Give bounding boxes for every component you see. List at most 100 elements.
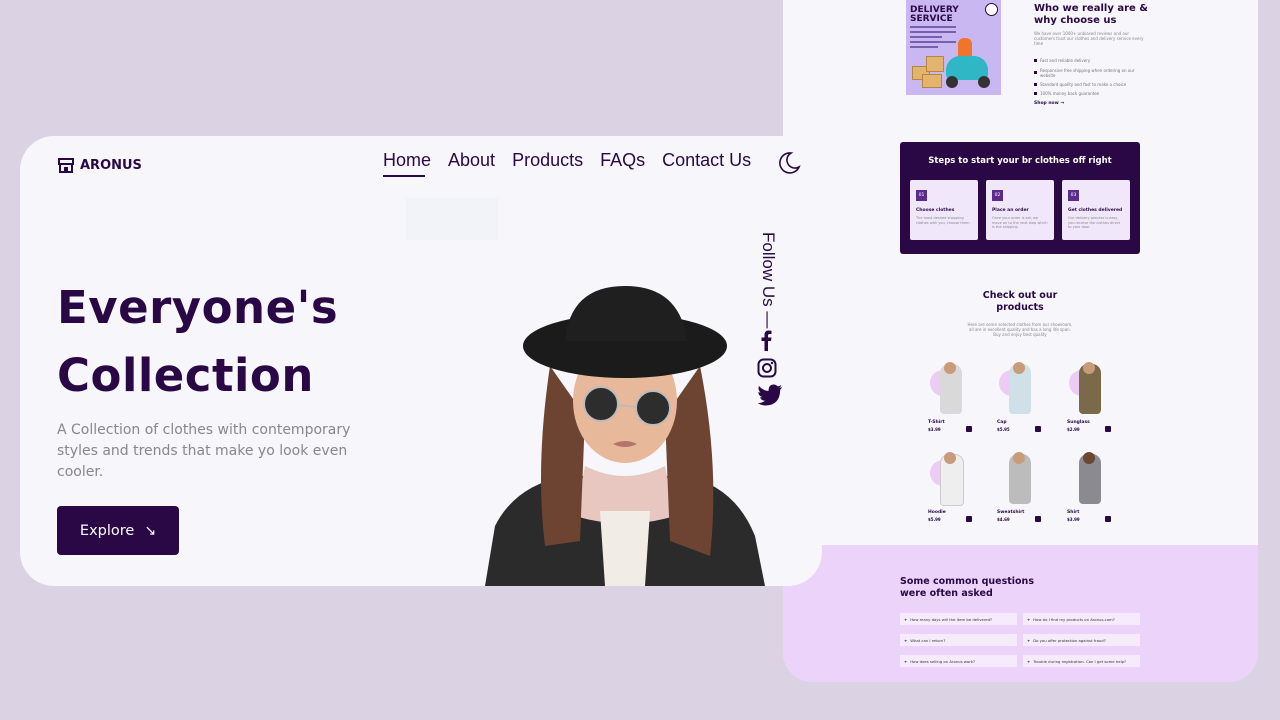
step-title: Choose clothes — [916, 208, 955, 213]
delivery-title: DELIVERY SERVICE — [910, 5, 959, 24]
store-icon — [58, 158, 74, 173]
photo-backdrop — [406, 198, 498, 240]
model-head — [1083, 452, 1095, 464]
product-name: Shirt — [1067, 510, 1080, 515]
step-card: 01 Choose clothes The most desired shopp… — [910, 180, 978, 240]
shop-now-link[interactable]: Shop now → — [1034, 101, 1064, 106]
product-price: $5.95 — [997, 427, 1010, 432]
plus-icon: + — [1027, 637, 1031, 643]
faq-item[interactable]: + How do I find my products on Aronus.com… — [1023, 613, 1140, 625]
step-title: Get clothes delivered — [1068, 208, 1123, 213]
arrow-down-right-icon: ↘ — [144, 522, 157, 539]
list-item: Standard quality and fast to make a choi… — [1034, 80, 1144, 89]
plus-icon: + — [1027, 616, 1031, 622]
product-name: Sweatshirt — [997, 510, 1025, 515]
bullet-icon — [1034, 92, 1037, 95]
list-item: Responsive free shipping when ordering o… — [1034, 65, 1144, 80]
step-number: 02 — [992, 190, 1003, 201]
product-card[interactable]: Hoodie $5.99 — [928, 452, 973, 527]
cart-icon[interactable] — [1105, 426, 1111, 432]
nav-about[interactable]: About — [448, 150, 495, 177]
product-card[interactable]: T-Shirt $3.99 — [928, 362, 973, 437]
bullet-icon — [1034, 59, 1037, 62]
faq-item[interactable]: + Do you offer protection against fraud? — [1023, 634, 1140, 646]
about-title: Who we really are & why choose us — [1034, 3, 1148, 26]
about-text: We have over 1000+ unbiased reviews and … — [1034, 31, 1144, 46]
cart-icon[interactable] — [1105, 516, 1111, 522]
faq-item[interactable]: + What can I return? — [900, 634, 1017, 646]
delivery-illustration: DELIVERY SERVICE — [906, 0, 1001, 95]
faq-item[interactable]: + How many days will the item be delivere… — [900, 613, 1017, 625]
wheel-icon — [978, 76, 990, 88]
headline-line-2: Collection — [57, 349, 314, 402]
clock-icon — [985, 3, 998, 16]
cart-icon[interactable] — [966, 426, 972, 432]
product-card[interactable]: Sunglass $2.99 — [1067, 362, 1112, 437]
product-price: $5.99 — [928, 517, 941, 522]
product-name: Sunglass — [1067, 420, 1090, 425]
product-price: $2.99 — [1067, 427, 1080, 432]
brand-name: ARONUS — [80, 158, 142, 173]
faq-item[interactable]: + Trouble during registration. Can I get … — [1023, 655, 1140, 667]
facebook-icon[interactable] — [757, 329, 775, 351]
instagram-icon[interactable] — [757, 358, 777, 378]
cart-icon[interactable] — [966, 516, 972, 522]
product-card[interactable]: Cap $5.95 — [997, 362, 1042, 437]
bullet-icon — [1034, 83, 1037, 86]
step-desc: The most desired shopping clothes with y… — [916, 216, 970, 225]
products-title: Check out our products — [982, 290, 1058, 313]
product-name: Cap — [997, 420, 1007, 425]
wheel-icon — [946, 76, 958, 88]
model-head — [1083, 362, 1095, 374]
model-head — [944, 452, 956, 464]
nav-faqs[interactable]: FAQs — [600, 150, 645, 177]
cart-icon[interactable] — [1035, 516, 1041, 522]
nav-home[interactable]: Home — [383, 150, 431, 177]
product-card[interactable]: Sweatshirt $4.69 — [997, 452, 1042, 527]
delivery-text-lines — [910, 26, 956, 51]
nav-contact[interactable]: Contact Us — [662, 150, 751, 177]
step-number: 03 — [1068, 190, 1079, 201]
model-head — [944, 362, 956, 374]
follow-us-label: Follow Us — — [759, 232, 778, 329]
page-preview: DELIVERY SERVICE Who we really are & why… — [783, 0, 1258, 682]
product-price: $3.99 — [1067, 517, 1080, 522]
plus-icon: + — [904, 658, 908, 664]
product-name: Hoodie — [928, 510, 946, 515]
bullet-icon — [1034, 71, 1037, 74]
list-item: 100% money back guarantee — [1034, 89, 1144, 98]
twitter-icon[interactable] — [757, 384, 783, 406]
step-desc: Once your order is set, we move on to th… — [992, 216, 1048, 229]
step-number: 01 — [916, 190, 927, 201]
products-text: Here are some selected clothes from our … — [967, 322, 1073, 337]
main-nav: Home About Products FAQs Contact Us — [383, 150, 768, 177]
product-price: $3.99 — [928, 427, 941, 432]
step-desc: Our delivery process is easy, you receiv… — [1068, 216, 1121, 229]
step-card: 02 Place an order Once your order is set… — [986, 180, 1054, 240]
plus-icon: + — [1027, 658, 1031, 664]
model-head — [1013, 452, 1025, 464]
box-icon — [926, 56, 944, 72]
product-name: T-Shirt — [928, 420, 945, 425]
faq-section: Some common questions were often asked +… — [783, 545, 1258, 682]
model-head — [1013, 362, 1025, 374]
explore-button[interactable]: Explore ↘ — [57, 506, 179, 555]
steps-section: Steps to start your br clothes off right… — [900, 142, 1140, 254]
explore-label: Explore — [79, 522, 135, 539]
list-item: Fast and reliable delivery — [1034, 56, 1144, 65]
cart-icon[interactable] — [1035, 426, 1041, 432]
plus-icon: + — [904, 637, 908, 643]
faq-item[interactable]: + How does selling on Aronus work? — [900, 655, 1017, 667]
product-card[interactable]: Shirt $3.99 — [1067, 452, 1112, 527]
plus-icon: + — [904, 616, 908, 622]
headline-line-1: Everyone's — [57, 281, 339, 334]
moon-icon[interactable] — [776, 150, 802, 176]
steps-title: Steps to start your br clothes off right — [928, 156, 1112, 166]
product-price: $4.69 — [997, 517, 1010, 522]
step-title: Place an order — [992, 208, 1029, 213]
nav-products[interactable]: Products — [512, 150, 583, 177]
step-card: 03 Get clothes delivered Our delivery pr… — [1062, 180, 1130, 240]
hero-card: ARONUS Home About Products FAQs Contact … — [20, 136, 822, 586]
hero-description: A Collection of clothes with contemporar… — [57, 422, 351, 480]
brand-logo[interactable]: ARONUS — [58, 158, 142, 173]
